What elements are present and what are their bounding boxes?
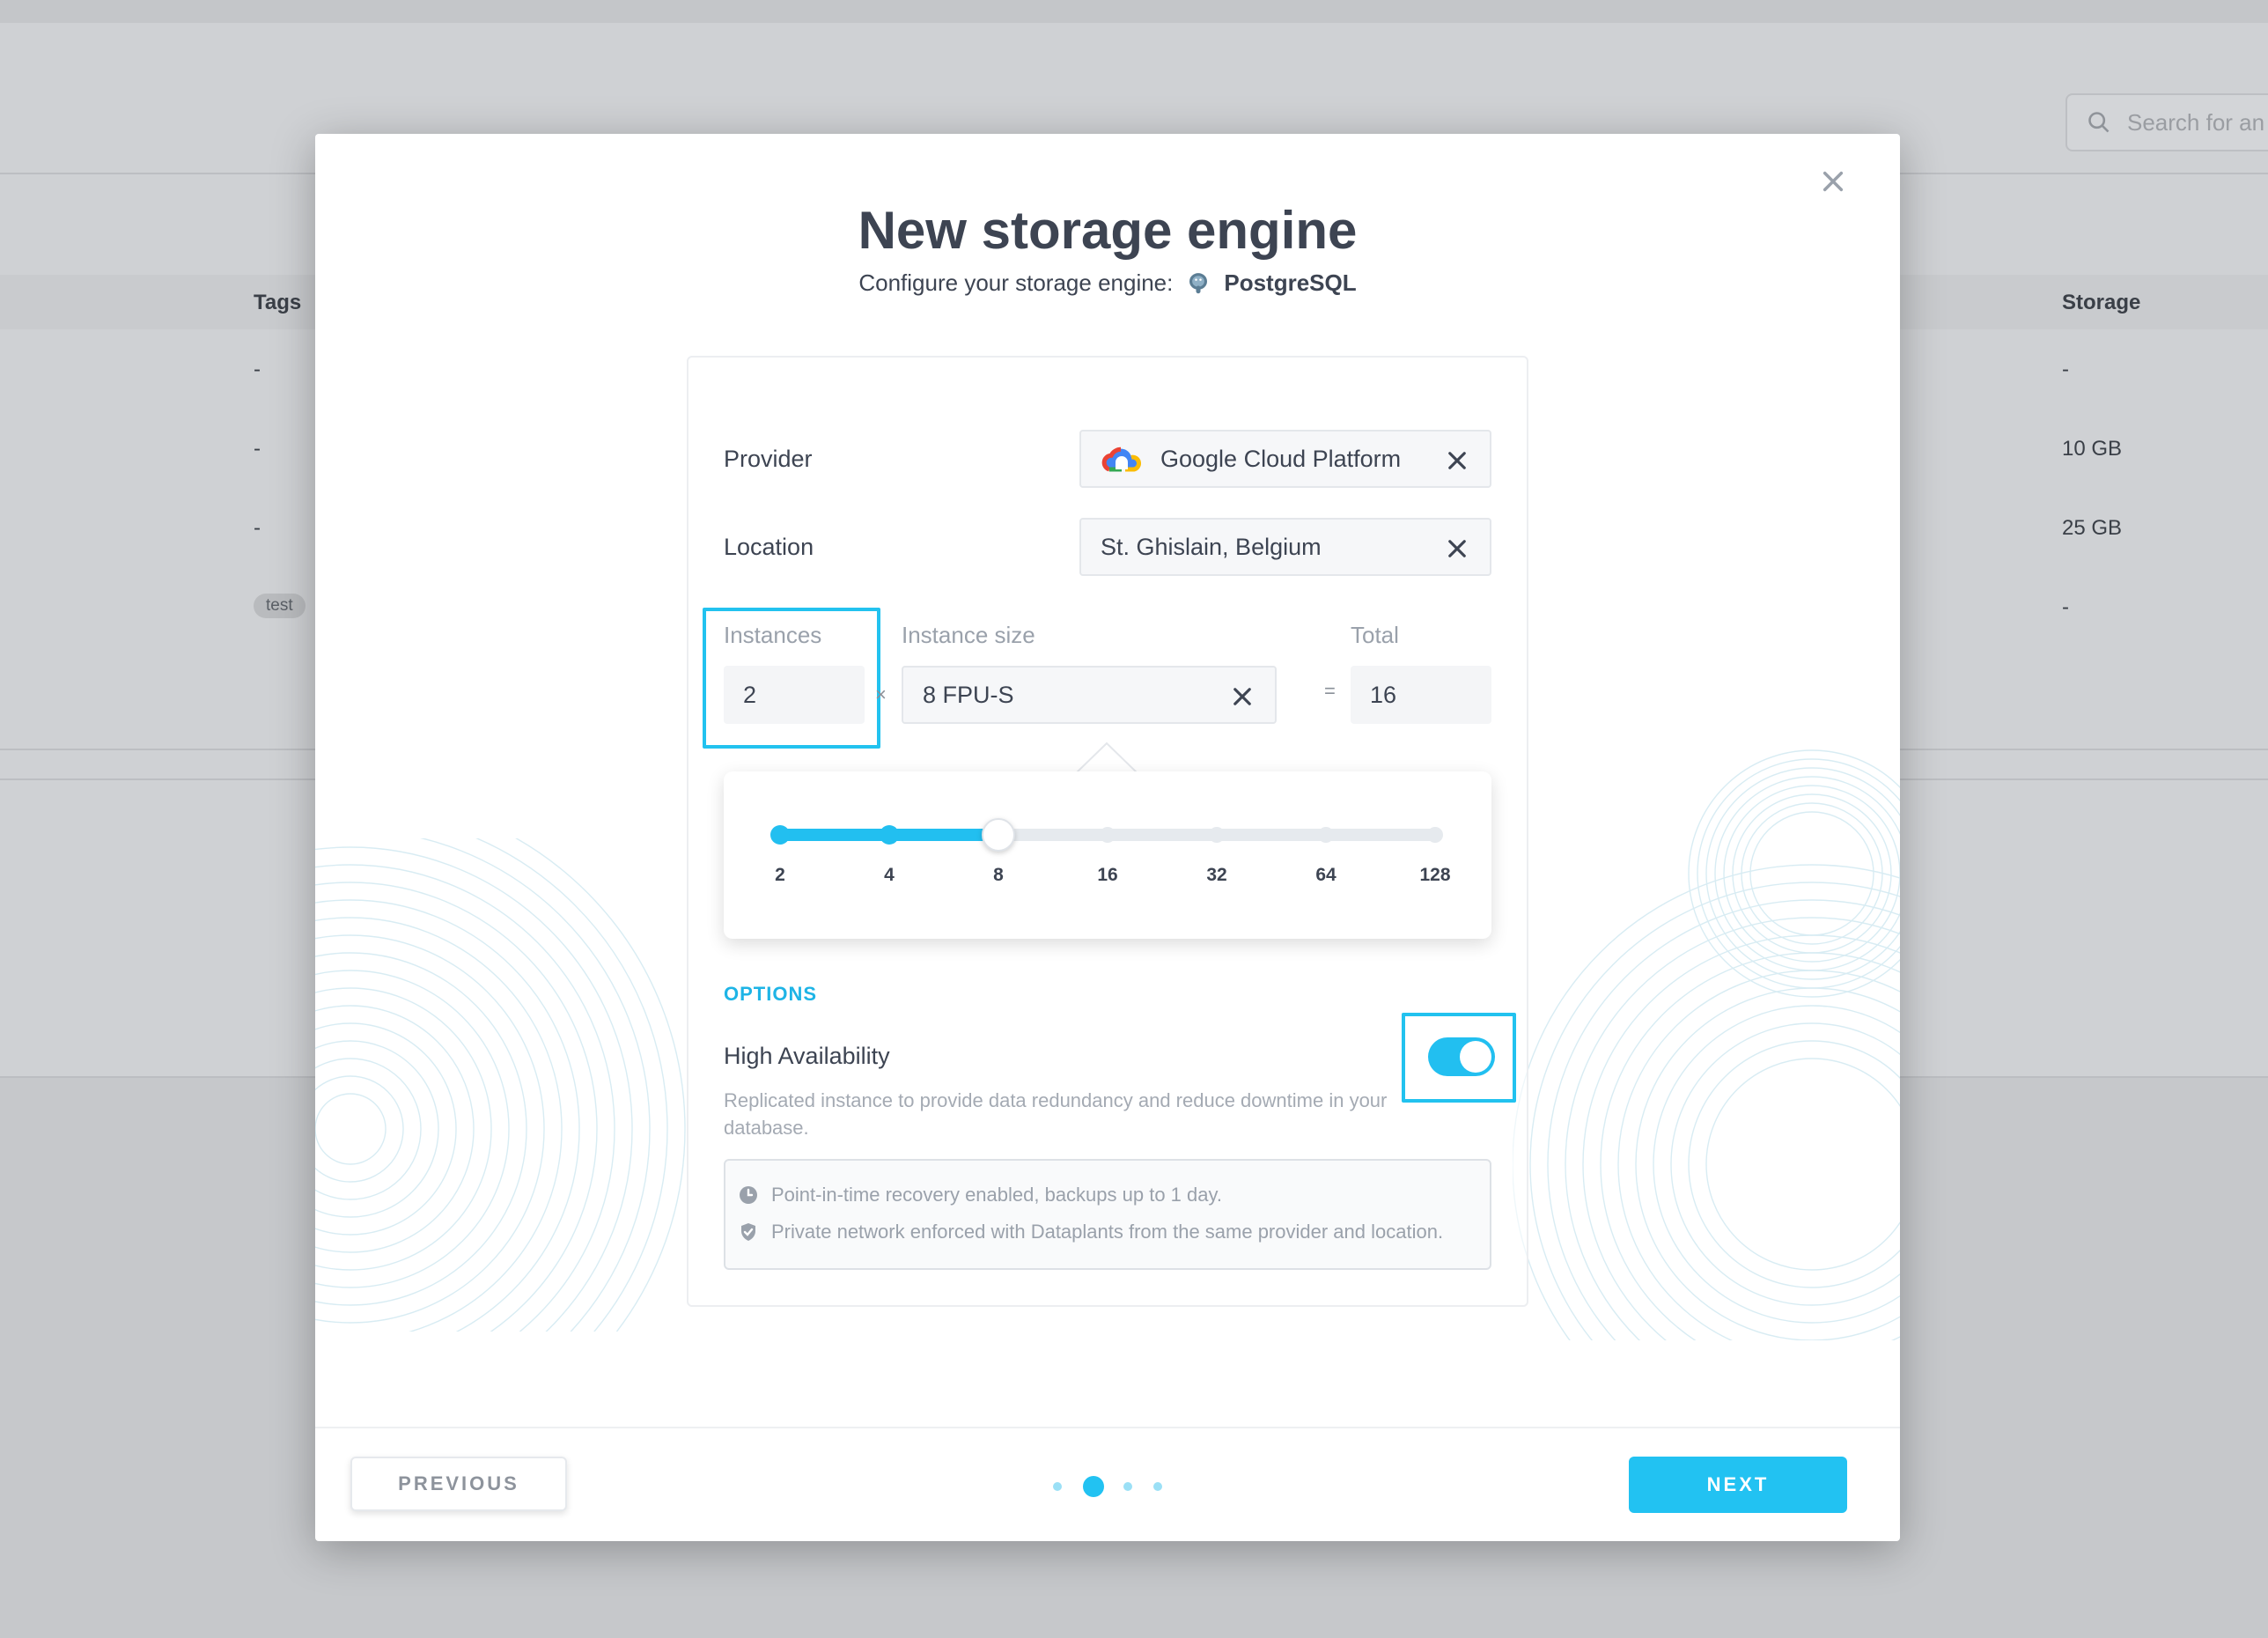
total-value: 16 <box>1351 666 1491 724</box>
engine-name: PostgreSQL <box>1224 269 1357 296</box>
high-availability-description: Replicated instance to provide data redu… <box>724 1089 1388 1139</box>
decorative-ripples-left <box>315 838 686 1332</box>
provider-label: Provider <box>724 446 813 472</box>
search-input[interactable]: Search for an <box>2066 93 2268 151</box>
table-cell-storage: - <box>2062 595 2069 619</box>
instance-size-slider-popover: 2 4 8 16 32 64 128 <box>724 771 1491 939</box>
slider-step-dot[interactable] <box>1209 827 1225 843</box>
slider-tick-label: 16 <box>1097 865 1117 885</box>
step-indicator-dot[interactable] <box>1123 1482 1132 1491</box>
instance-size-select[interactable]: 8 FPU-S <box>902 666 1277 724</box>
postgresql-elephant-icon <box>1189 272 1208 293</box>
info-item: Point-in-time recovery enabled, backups … <box>738 1184 1222 1206</box>
slider-step-dot[interactable] <box>1427 827 1443 843</box>
step-indicator-dot-active[interactable] <box>1083 1476 1104 1497</box>
column-header-tags: Tags <box>254 291 302 314</box>
multiply-sign: × <box>875 683 887 705</box>
slider-tick-label: 32 <box>1206 865 1226 885</box>
close-icon <box>1822 171 1844 192</box>
tag-badge: test <box>254 594 306 618</box>
slider-step-dot[interactable] <box>770 825 790 845</box>
table-cell-tags: - <box>254 437 261 461</box>
clear-provider-button[interactable] <box>1444 447 1470 474</box>
clear-instance-size-button[interactable] <box>1229 683 1256 710</box>
footer-divider <box>315 1427 1900 1428</box>
toggle-knob <box>1460 1041 1491 1073</box>
total-label: Total <box>1351 622 1399 648</box>
subtitle-text: Configure your storage engine: <box>858 269 1174 296</box>
info-text: Point-in-time recovery enabled, backups … <box>771 1184 1222 1206</box>
high-availability-toggle[interactable] <box>1428 1037 1495 1076</box>
clear-location-button[interactable] <box>1444 535 1470 562</box>
options-heading: OPTIONS <box>724 983 818 1005</box>
column-header-storage: Storage <box>2062 291 2141 314</box>
instance-size-value: 8 FPU-S <box>923 681 1014 708</box>
shield-check-icon <box>741 1223 755 1241</box>
location-label: Location <box>724 534 814 560</box>
provider-value: Google Cloud Platform <box>1160 445 1402 472</box>
table-cell-storage: - <box>2062 358 2069 381</box>
new-storage-engine-modal: New storage engine Configure your storag… <box>315 134 1900 1541</box>
clock-icon <box>740 1186 757 1204</box>
close-modal-button[interactable] <box>1812 160 1854 203</box>
slider-tick-label: 2 <box>775 865 785 885</box>
slider-step-dot[interactable] <box>1318 827 1334 843</box>
info-box: Point-in-time recovery enabled, backups … <box>724 1159 1491 1270</box>
instance-size-label: Instance size <box>902 622 1035 648</box>
equals-sign: = <box>1324 680 1336 702</box>
close-icon <box>1448 540 1466 557</box>
instances-label: Instances <box>724 622 822 648</box>
previous-button[interactable]: PREVIOUS <box>350 1457 567 1511</box>
search-placeholder: Search for an <box>2127 108 2265 136</box>
google-cloud-logo <box>1101 446 1141 472</box>
app-top-bar <box>0 0 2268 23</box>
search-icon <box>2088 112 2110 133</box>
modal-subtitle: Configure your storage engine: PostgreSQ… <box>315 269 1900 297</box>
step-indicator-dot[interactable] <box>1153 1482 1162 1491</box>
slider-tick-label: 4 <box>884 865 895 885</box>
high-availability-label: High Availability <box>724 1043 890 1069</box>
close-icon <box>1233 688 1251 705</box>
slider-step-dot[interactable] <box>880 825 899 845</box>
table-cell-storage: 10 GB <box>2062 437 2123 461</box>
table-cell-tags: - <box>254 358 261 381</box>
slider-tick-label: 64 <box>1315 865 1336 885</box>
provider-select[interactable]: Google Cloud Platform <box>1079 430 1491 488</box>
modal-title: New storage engine <box>858 201 1358 260</box>
info-text: Private network enforced with Dataplants… <box>771 1221 1444 1243</box>
close-icon <box>1448 452 1466 469</box>
slider-tick-label: 8 <box>993 865 1004 885</box>
instances-input[interactable]: 2 <box>724 666 865 724</box>
decorative-ripples-right <box>1513 749 1900 1340</box>
step-indicator-dot[interactable] <box>1053 1482 1062 1491</box>
table-cell-tags: - <box>254 516 261 540</box>
location-value: St. Ghislain, Belgium <box>1101 533 1322 560</box>
slider-tick-label: 128 <box>1419 865 1450 885</box>
slider-step-dot[interactable] <box>1100 827 1116 843</box>
location-select[interactable]: St. Ghislain, Belgium <box>1079 518 1491 576</box>
next-button[interactable]: NEXT <box>1629 1457 1847 1513</box>
info-item: Private network enforced with Dataplants… <box>738 1221 1443 1243</box>
instance-size-slider[interactable]: 2 4 8 16 32 64 128 <box>724 771 1491 939</box>
slider-handle[interactable] <box>982 818 1015 852</box>
table-cell-storage: 25 GB <box>2062 516 2123 540</box>
